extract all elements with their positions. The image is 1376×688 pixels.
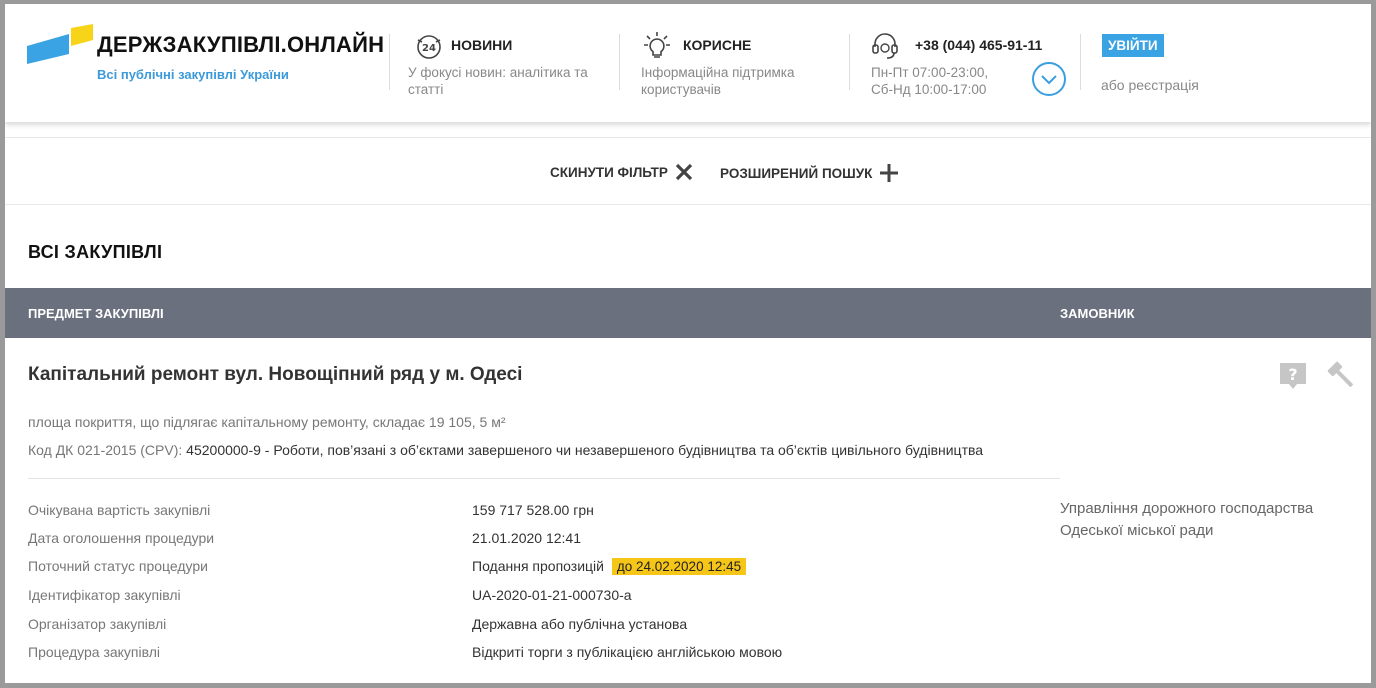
news-title: НОВИНИ (451, 37, 513, 53)
page-frame: ДЕРЖЗАКУПІВЛІ.ОНЛАЙН Всі публічні закупі… (0, 0, 1376, 688)
reset-filter-label: СКИНУТИ ФІЛЬТР (550, 164, 668, 180)
chevron-down-icon (1041, 75, 1057, 85)
col-customer-header: ЗАМОВНИК (1060, 306, 1135, 321)
lightbulb-icon (644, 32, 670, 58)
col-subject-header: ПРЕДМЕТ ЗАКУПІВЛІ (28, 306, 164, 321)
support-phone[interactable]: +38 (044) 465-91-11 (915, 37, 1042, 53)
deadline-badge: до 24.02.2020 12:45 (611, 558, 747, 575)
filter-bar: СКИНУТИ ФІЛЬТР РОЗШИРЕНИЙ ПОШУК (5, 137, 1371, 205)
svg-text:?: ? (1288, 365, 1297, 384)
useful-title: КОРИСНЕ (683, 37, 752, 53)
header-divider (619, 34, 620, 90)
detail-value-expected-value: 159 717 528.00 грн (472, 502, 594, 518)
detail-label-identifier: Ідентифікатор закупівлі (28, 587, 181, 603)
divider (28, 478, 1060, 479)
support-hours-weekdays: Пн-Пт 07:00-23:00, (871, 65, 989, 80)
header-divider (849, 34, 850, 90)
login-button[interactable]: УВІЙТИ (1102, 34, 1164, 57)
plus-icon (880, 164, 899, 182)
cpv-value: 45200000-9 - Роботи, пов’язані з об’єкта… (186, 442, 984, 458)
logo-subtitle: Всі публічні закупівлі України (97, 67, 289, 82)
question-icon[interactable]: ? (1277, 360, 1309, 392)
logo-icon[interactable] (27, 24, 95, 64)
header-divider (1080, 34, 1081, 90)
cpv-label: Код ДК 021-2015 (CPV): (28, 442, 183, 458)
detail-label-procedure: Процедура закупівлі (28, 644, 161, 660)
detail-value-announce-date: 21.01.2020 12:41 (472, 530, 581, 546)
detail-label-status: Поточний статус процедури (28, 558, 208, 574)
headset-icon (872, 33, 898, 59)
news-desc: У фокусі новин: аналітика та статті (408, 65, 588, 97)
useful-block[interactable]: КОРИСНЕ Інформаційна підтримка користува… (641, 30, 841, 100)
news-24-icon: 24 (417, 35, 441, 59)
gavel-icon[interactable] (1326, 360, 1358, 392)
detail-value-status-row: Подання пропозицій до 24.02.2020 12:45 (472, 558, 747, 575)
logo-title[interactable]: ДЕРЖЗАКУПІВЛІ.ОНЛАЙН (97, 32, 384, 58)
detail-value-identifier: UA-2020-01-21-000730-a (472, 587, 632, 603)
tender-cpv: Код ДК 021-2015 (CPV): 45200000-9 - Робо… (28, 442, 983, 458)
useful-desc: Інформаційна підтримка користувачів (641, 65, 795, 97)
page-title: ВСІ ЗАКУПІВЛІ (28, 242, 163, 262)
close-icon (675, 163, 693, 181)
support-hours-weekend: Сб-Нд 10:00-17:00 (871, 82, 987, 97)
customer-name[interactable]: Управління дорожного господарства Одеськ… (1060, 498, 1360, 542)
header-divider (389, 34, 390, 90)
tender-title-link[interactable]: Капітальний ремонт вул. Новощіпний ряд у… (28, 364, 522, 386)
detail-label-expected-value: Очікувана вартість закупівлі (28, 502, 211, 518)
detail-value-organizer: Державна або публічна установа (472, 616, 688, 632)
tender-description: площа покриття, що підлягає капітальному… (28, 414, 506, 430)
detail-label-announce-date: Дата оголошення процедури (28, 530, 215, 546)
expand-contacts-button[interactable] (1032, 62, 1066, 96)
advanced-search-label: РОЗШИРЕНИЙ ПОШУК (720, 165, 873, 181)
table-header: ПРЕДМЕТ ЗАКУПІВЛІ ЗАМОВНИК (5, 288, 1371, 338)
detail-label-organizer: Організатор закупівлі (28, 616, 167, 632)
news-block[interactable]: 24 НОВИНИ У фокусі новин: аналітика та с… (408, 30, 613, 100)
advanced-search-button[interactable]: РОЗШИРЕНИЙ ПОШУК (720, 162, 900, 184)
register-link[interactable]: або реєстрація (1101, 77, 1199, 93)
detail-value-status: Подання пропозицій (472, 558, 604, 574)
svg-text:24: 24 (422, 43, 436, 54)
reset-filter-button[interactable]: СКИНУТИ ФІЛЬТР (550, 162, 694, 182)
detail-value-procedure: Відкриті торги з публікацією англійською… (472, 644, 783, 660)
site-header: ДЕРЖЗАКУПІВЛІ.ОНЛАЙН Всі публічні закупі… (5, 4, 1371, 122)
